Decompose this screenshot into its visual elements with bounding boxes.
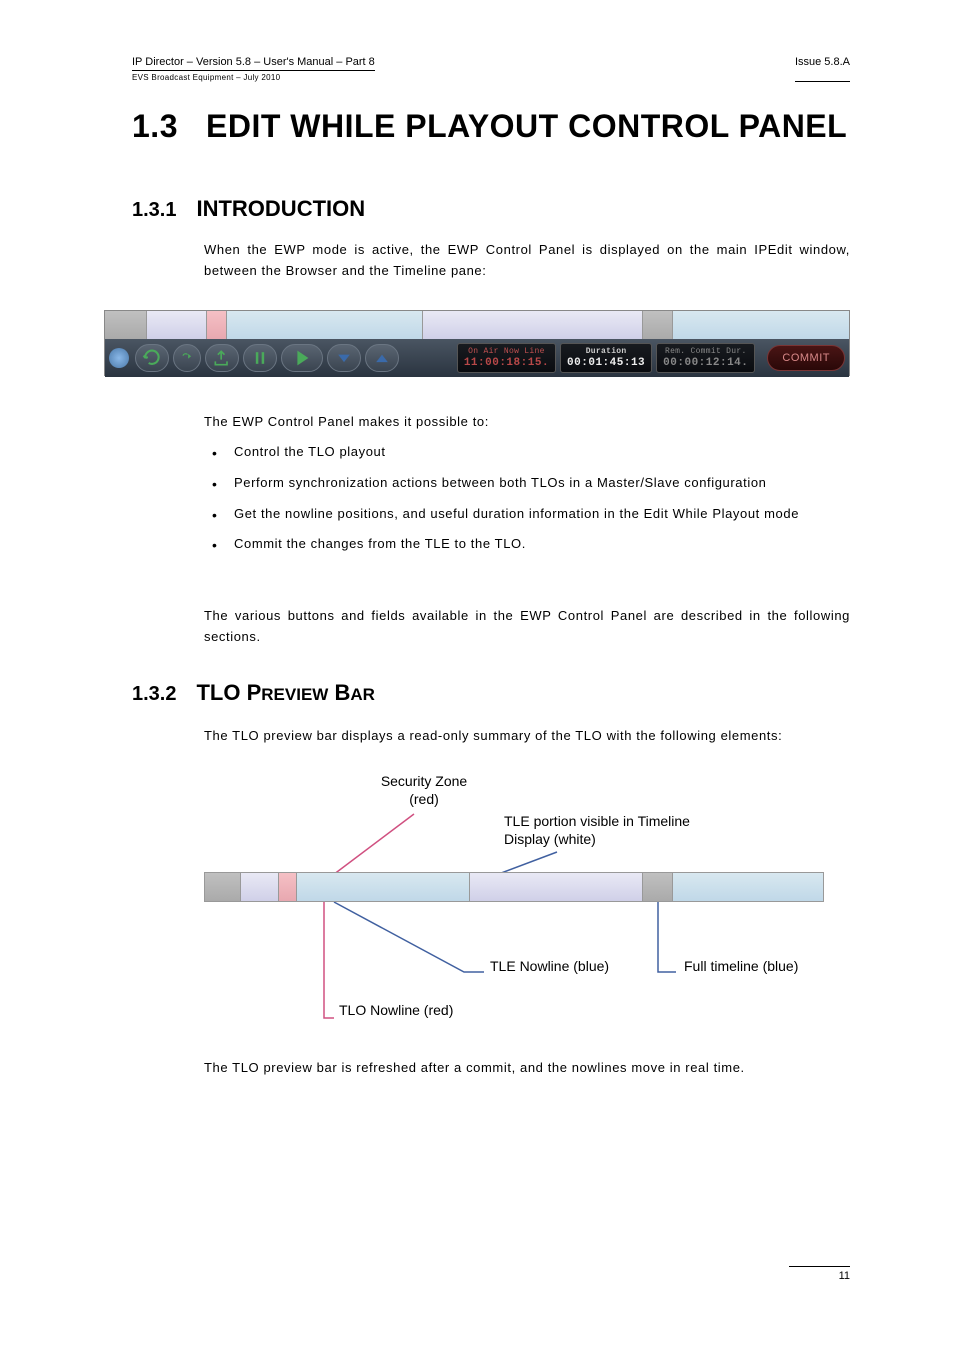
section-title-text: EDIT WHILE PLAYOUT CONTROL PANEL (206, 108, 847, 144)
rem-label: Rem. Commit Dur. (665, 347, 747, 356)
header-left-block: IP Director – Version 5.8 – User's Manua… (132, 56, 375, 82)
sync-play-button[interactable] (173, 344, 201, 372)
tlo-intro-paragraph: The TLO preview bar displays a read-only… (204, 726, 850, 747)
tlo-preview-diagram: Security Zone (red) TLE portion visible … (204, 772, 824, 1032)
up-button[interactable] (365, 344, 399, 372)
onair-value: 11:00:18:15. (464, 357, 549, 369)
ewp-preview-bar (105, 311, 849, 339)
label-tle-nowline: TLE Nowline (blue) (490, 958, 609, 974)
feature-list: Control the TLO playout Perform synchron… (204, 442, 850, 565)
play-icon (291, 347, 313, 369)
preview-segment-blue (673, 311, 849, 339)
pause-icon (250, 347, 270, 369)
label-full-timeline: Full timeline (blue) (684, 958, 798, 974)
rem-value: 00:00:12:14. (663, 357, 748, 369)
play-button[interactable] (281, 344, 323, 372)
page-number: 11 (789, 1266, 850, 1282)
list-item: Get the nowline positions, and useful du… (204, 504, 850, 525)
bar-segment (643, 873, 673, 901)
preview-segment (147, 311, 207, 339)
label-tlo-nowline: TLO Nowline (red) (339, 1002, 453, 1018)
bar-segment-blue (297, 873, 470, 901)
globe-icon (109, 348, 129, 368)
diagram-lines (204, 772, 824, 1032)
preview-segment-red (207, 311, 227, 339)
sync-play-icon (180, 347, 194, 369)
bar-segment-white (470, 873, 643, 901)
page-header: IP Director – Version 5.8 – User's Manua… (132, 56, 850, 82)
list-item: Perform synchronization actions between … (204, 473, 850, 494)
preview-segment-white (423, 311, 643, 339)
refresh-icon (142, 347, 162, 369)
subsection-1-title: INTRODUCTION (196, 196, 365, 221)
onair-nowline-field: On Air Now Line 11:00:18:15. (457, 343, 556, 373)
refresh-button[interactable] (135, 344, 169, 372)
tlo-preview-bar (204, 872, 824, 902)
section-number: 1.3 (132, 108, 178, 144)
tlo-closing-paragraph: The TLO preview bar is refreshed after a… (204, 1058, 850, 1079)
subsection-2-number: 1.3.2 (132, 683, 176, 705)
rem-commit-field: Rem. Commit Dur. 00:00:12:14. (656, 343, 755, 373)
subsection-2-heading: 1.3.2 TLO PREVIEW BAR (132, 680, 375, 706)
duration-value: 00:01:45:13 (567, 357, 645, 369)
pause-button[interactable] (243, 344, 277, 372)
ewp-toolbar: On Air Now Line 11:00:18:15. Duration 00… (105, 339, 849, 377)
bar-segment-security-red (279, 873, 297, 901)
preview-segment (643, 311, 673, 339)
list-item: Control the TLO playout (204, 442, 850, 463)
section-heading: 1.3 EDIT WHILE PLAYOUT CONTROL PANEL (132, 108, 847, 145)
duration-field: Duration 00:01:45:13 (560, 343, 652, 373)
intro-closing: The various buttons and fields available… (204, 606, 850, 648)
triangle-down-icon (334, 347, 354, 369)
preview-segment-blue (227, 311, 423, 339)
ewp-control-panel-screenshot: On Air Now Line 11:00:18:15. Duration 00… (104, 310, 850, 376)
subsection-1-number: 1.3.1 (132, 199, 176, 221)
subsection-1-heading: 1.3.1 INTRODUCTION (132, 196, 365, 222)
export-icon (212, 347, 232, 369)
preview-segment (105, 311, 147, 339)
bar-segment (205, 873, 241, 901)
triangle-up-icon (372, 347, 392, 369)
header-subtitle: EVS Broadcast Equipment – July 2010 (132, 73, 375, 82)
intro-list-lead: The EWP Control Panel makes it possible … (204, 414, 850, 429)
export-button[interactable] (205, 344, 239, 372)
intro-paragraph: When the EWP mode is active, the EWP Con… (204, 240, 850, 282)
down-button[interactable] (327, 344, 361, 372)
bar-segment (241, 873, 279, 901)
header-title: IP Director – Version 5.8 – User's Manua… (132, 56, 375, 71)
onair-label: On Air Now Line (468, 347, 545, 356)
list-item: Commit the changes from the TLE to the T… (204, 534, 850, 555)
duration-label: Duration (586, 347, 627, 356)
bar-segment-blue (673, 873, 823, 901)
header-issue: Issue 5.8.A (795, 56, 850, 82)
commit-button[interactable]: COMMIT (767, 345, 845, 371)
subsection-2-title: TLO PREVIEW BAR (196, 680, 374, 705)
